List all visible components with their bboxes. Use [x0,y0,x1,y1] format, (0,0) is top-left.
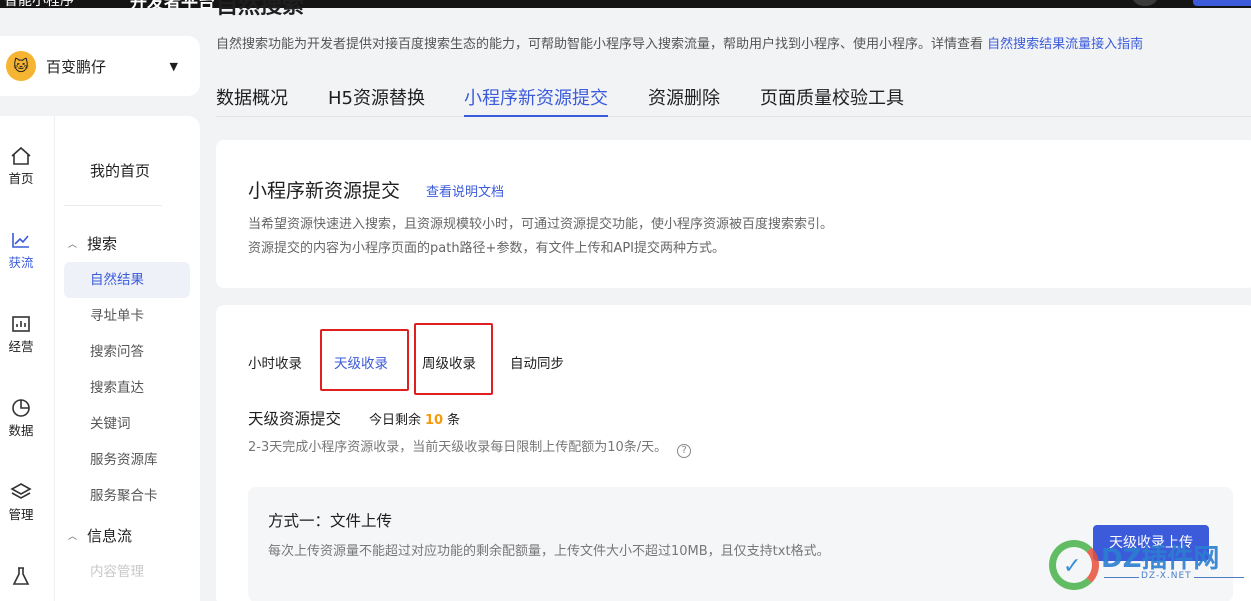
layers-icon [10,483,32,499]
annotation-box-daily [320,329,409,391]
page-title: 自然搜索 [216,0,305,19]
caret-down-icon[interactable]: ▼ [170,60,178,73]
rail-item-home[interactable]: 首页 [0,146,42,187]
rail-label-home: 首页 [8,171,34,186]
page-intro: 自然搜索功能为开发者提供对接百度搜索生态的能力，可帮助智能小程序导入搜索流量，帮… [216,33,1143,52]
intro-card: 小程序新资源提交 查看说明文档 当希望资源快速进入搜索，且资源规模较小时，可通过… [216,140,1251,288]
tab-quality-check[interactable]: 页面质量校验工具 [760,84,904,117]
submenu-divider [64,205,162,206]
section-title: 天级资源提交 [248,410,342,428]
platform-name[interactable]: 开发者平台 [130,0,215,8]
account-selector[interactable]: 🐱 百变鹏仔 ▼ [0,36,200,96]
subtab-hourly[interactable]: 小时收录 [248,352,302,372]
main-tabs: 数据概况 H5资源替换 小程序新资源提交 资源删除 页面质量校验工具 [216,80,1251,117]
cat-avatar-icon: 🐱 [6,51,36,81]
card-description-1: 当希望资源快速进入搜索，且资源规模较小时，可通过资源提交功能，使小程序资源被百度… [248,217,834,232]
remaining-label: 今日剩余 [369,413,422,428]
check-icon: ✓ [1063,554,1082,579]
top-navigation-bar: 智能小程序 开发者平台 [0,0,1251,8]
rail-item-lab[interactable] [0,566,42,586]
tab-h5-replace[interactable]: H5资源替换 [328,84,425,117]
submenu-item-search-qa[interactable]: 搜索问答 [64,334,190,370]
trend-chart-icon [12,233,29,248]
section-description-text: 2-3天完成小程序资源收录，当前天级收录每日限制上传配额为10条/天。 [248,440,668,455]
rail-label-data: 数据 [8,423,34,438]
rail-item-manage[interactable]: 管理 [0,482,42,523]
watermark-text: DZ插件网 [1101,544,1220,574]
subtab-auto-sync[interactable]: 自动同步 [510,352,564,372]
remaining-unit: 条 [447,413,461,428]
doc-link[interactable]: 查看说明文档 [426,181,504,200]
intro-guide-link[interactable]: 自然搜索结果流量接入指南 [987,37,1143,52]
watermark: ✓ DZ插件网 DZ-X.NET [1049,536,1249,594]
submenu-item-service-library[interactable]: 服务资源库 [64,442,190,478]
page-intro-text: 自然搜索功能为开发者提供对接百度搜索生态的能力，可帮助智能小程序导入搜索流量，帮… [216,37,984,52]
submenu-item-keywords[interactable]: 关键词 [64,406,190,442]
home-icon [11,146,31,165]
submenu-item-service-aggregate[interactable]: 服务聚合卡 [64,478,190,514]
icon-rail: 首页 获流 经营 数据 管理 [0,116,42,601]
tab-data-overview[interactable]: 数据概况 [216,84,288,117]
section-description: 2-3天完成小程序资源收录，当前天级收录每日限制上传配额为10条/天。? [248,436,692,458]
side-navigation: 首页 获流 经营 数据 管理 我的首页 ︿ 搜索 自然结果 寻址单卡 搜索问答 [0,116,200,601]
rail-item-data[interactable]: 数据 [0,398,42,439]
remaining-quota: 今日剩余 10 条 [369,409,460,428]
rail-label-traffic: 获流 [8,255,34,270]
watermark-line-right [1194,577,1244,578]
rail-item-traffic[interactable]: 获流 [0,230,42,271]
user-avatar[interactable] [1132,0,1158,6]
rail-divider [54,116,55,601]
submenu-item-search-direct[interactable]: 搜索直达 [64,370,190,406]
annotation-box-weekly [414,323,493,395]
rail-item-operate[interactable]: 经营 [0,314,42,355]
bar-chart-icon [12,316,30,332]
pie-chart-icon [12,399,30,417]
card-description-2: 资源提交的内容为小程序页面的path路径+参数，有文件上传和API提交两种方式。 [248,241,726,256]
submenu-home[interactable]: 我的首页 [90,160,150,181]
watermark-line-left [1104,577,1139,578]
account-name: 百变鹏仔 [46,57,107,76]
submenu-item-address-card[interactable]: 寻址单卡 [64,298,190,334]
top-action-button[interactable] [1193,0,1251,6]
upload-description: 每次上传资源量不能超过对应功能的剩余配额量，上传文件大小不超过10MB，且仅支持… [268,544,830,559]
submenu-group-search-label: 搜索 [87,235,118,253]
submenu-group-feed-label: 信息流 [87,527,133,545]
remaining-count: 10 [425,413,444,428]
card-title: 小程序新资源提交 [248,180,401,202]
upload-title: 方式一：文件上传 [268,512,393,530]
brand-name[interactable]: 智能小程序 [4,0,74,8]
submenu-group-search[interactable]: ︿ 搜索 [68,233,117,254]
tab-resource-delete[interactable]: 资源删除 [648,84,720,117]
rail-label-operate: 经营 [8,339,34,354]
chevron-up-icon: ︿ [68,532,78,542]
rail-label-manage: 管理 [8,507,34,522]
submenu-group-feed[interactable]: ︿ 信息流 [68,525,132,546]
submenu-item-content-manage[interactable]: 内容管理 [64,554,190,590]
tab-new-resource-submit[interactable]: 小程序新资源提交 [464,84,608,117]
submenu-item-natural-result[interactable]: 自然结果 [64,262,190,298]
chevron-up-icon: ︿ [68,240,78,250]
flask-icon [12,567,30,585]
question-circle-icon[interactable]: ? [677,444,692,458]
watermark-subtext: DZ-X.NET [1141,571,1192,581]
